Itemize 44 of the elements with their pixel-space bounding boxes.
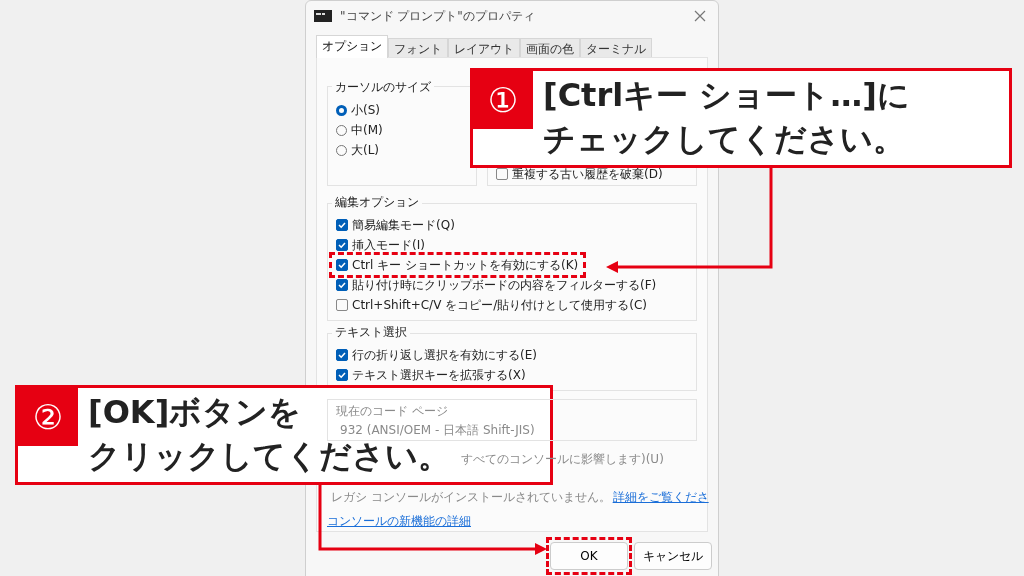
details-link[interactable]: 詳細をご覧くださ — [612, 490, 709, 505]
callout-text: クリックしてください。 — [88, 437, 450, 475]
window-title: "コマンド プロンプト"のプロパティ — [340, 7, 536, 25]
group-title: テキスト選択 — [332, 324, 410, 341]
checkbox-label: Ctrl キー ショートカットを有効にする(K) — [352, 256, 579, 274]
checkbox[interactable] — [336, 219, 348, 231]
checkbox-label: Ctrl+Shift+C/V をコピー/貼り付けとして使用する(C) — [352, 296, 647, 314]
checkbox-label: 貼り付け時にクリップボードの内容をフィルターする(F) — [352, 276, 657, 294]
checkbox-label: 重複する古い履歴を破棄(D) — [512, 165, 663, 183]
checkbox[interactable] — [336, 239, 348, 251]
checkbox-label: 挿入モード(I) — [352, 236, 425, 254]
radio-button[interactable] — [336, 104, 347, 116]
tab[interactable]: オプション — [316, 35, 388, 58]
callout-text: [Ctrlキー ショート…]に — [543, 76, 910, 114]
checkbox-label: 簡易編集モード(Q) — [352, 216, 455, 234]
group-title: 編集オプション — [332, 194, 422, 211]
radio-label: 中(M) — [351, 121, 383, 139]
step-badge: ① — [473, 71, 533, 129]
tab[interactable]: ターミナル — [580, 38, 652, 57]
dialog-button[interactable]: キャンセル — [634, 542, 712, 570]
callout-text: チェックしてください。 — [543, 120, 905, 158]
code-page-value: 932 (ANSI/OEM - 日本語 Shift-JIS) — [339, 422, 536, 439]
radio-label: 大(L) — [351, 141, 380, 159]
step-badge: ② — [18, 388, 78, 446]
console-icon — [314, 10, 332, 22]
tab[interactable]: レイアウト — [448, 38, 520, 57]
group-title: 現在のコード ページ — [336, 403, 448, 420]
group-title: カーソルのサイズ — [332, 79, 434, 96]
close-icon[interactable] — [694, 10, 706, 22]
checkbox[interactable] — [336, 259, 348, 271]
checkbox[interactable] — [336, 349, 348, 361]
tab[interactable]: フォント — [388, 38, 448, 57]
callout-text: [OK]ボタンを — [88, 393, 302, 431]
checkbox-label: 行の折り返し選択を有効にする(E) — [352, 346, 537, 364]
checkbox-label: テキスト選択キーを拡張する(X) — [352, 366, 526, 384]
legacy-note: レガシ コンソールがインストールされていません。 — [331, 490, 611, 505]
tab[interactable]: 画面の色 — [520, 38, 580, 57]
radio-label: 小(S) — [351, 101, 380, 119]
new-features-link[interactable]: コンソールの新機能の詳細 — [327, 513, 471, 530]
legacy-console-label: すべてのコンソールに影響します)(U) — [461, 452, 664, 466]
checkbox[interactable] — [336, 299, 348, 311]
checkbox[interactable] — [336, 279, 348, 291]
dialog-button[interactable]: OK — [550, 542, 628, 570]
checkbox[interactable] — [336, 369, 348, 381]
